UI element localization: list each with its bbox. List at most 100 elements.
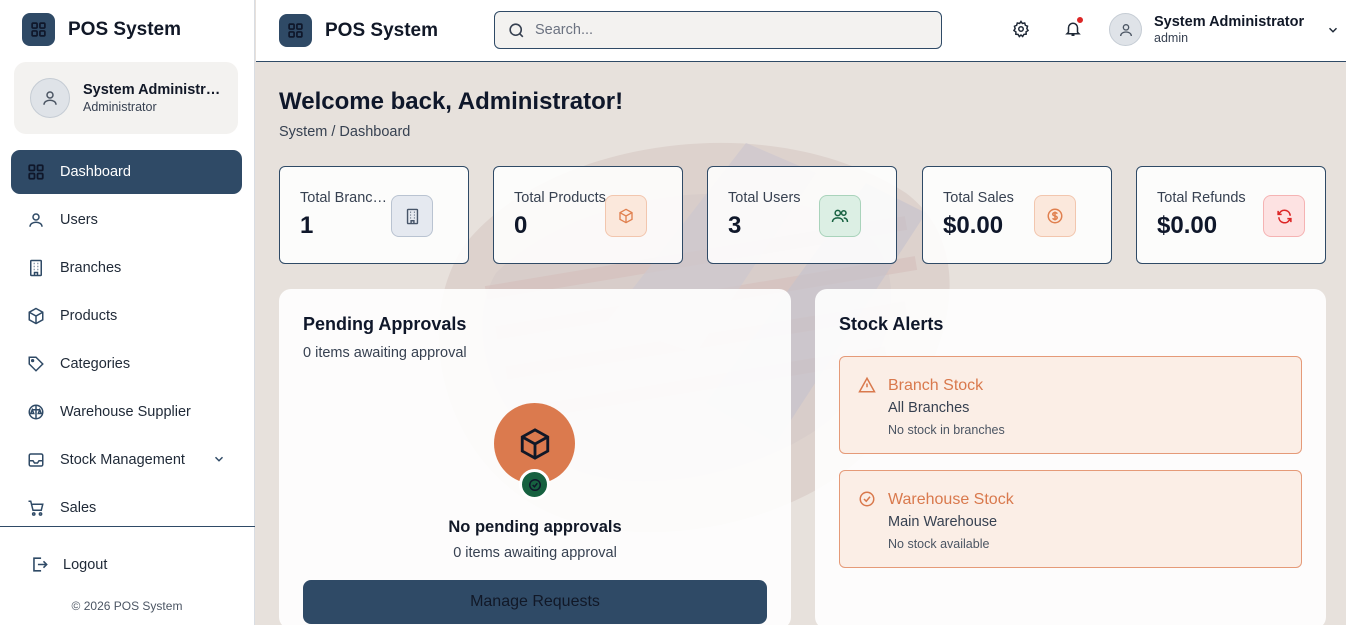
sidebar-item-products[interactable]: Products bbox=[11, 294, 242, 338]
stat-label: Total Branches bbox=[300, 190, 392, 206]
check-circle-icon bbox=[519, 469, 550, 500]
stock-alerts-panel: Stock Alerts Branch Stock All Branches N… bbox=[815, 289, 1326, 625]
search-box[interactable] bbox=[494, 11, 942, 49]
cart-icon bbox=[28, 500, 44, 516]
avatar bbox=[1109, 13, 1142, 46]
notifications-button[interactable] bbox=[1064, 16, 1084, 43]
refresh-icon bbox=[1263, 195, 1305, 237]
box-icon bbox=[28, 307, 44, 325]
header-user-role: admin bbox=[1154, 31, 1189, 45]
sidebar-item-label: Stock Management bbox=[60, 452, 185, 468]
chevron-down-icon[interactable] bbox=[212, 452, 226, 466]
header-brand[interactable]: POS System bbox=[279, 14, 438, 47]
user-menu[interactable]: System Administrator admin bbox=[1109, 13, 1340, 46]
main-content: Welcome back, Administrator! System / Da… bbox=[256, 63, 1346, 625]
sidebar-item-label: Warehouse Supplier bbox=[60, 404, 191, 420]
sidebar-item-label: Dashboard bbox=[60, 164, 131, 180]
sidebar-user-card[interactable]: System Administrator Administrator bbox=[14, 62, 238, 134]
dollar-icon bbox=[1034, 195, 1076, 237]
box-icon bbox=[605, 195, 647, 237]
stat-label: Total Refunds bbox=[1157, 190, 1246, 206]
user-icon bbox=[1119, 23, 1132, 36]
empty-state-title: No pending approvals bbox=[448, 518, 622, 536]
sidebar-nav: Dashboard Users Branches Products Catego… bbox=[11, 150, 242, 534]
app-title: POS System bbox=[68, 18, 181, 40]
notification-dot bbox=[1076, 16, 1084, 24]
inbox-icon bbox=[28, 453, 44, 467]
stat-label: Total Products bbox=[514, 190, 606, 206]
panel-title: Stock Alerts bbox=[839, 314, 944, 334]
header-title: POS System bbox=[325, 19, 438, 41]
breadcrumb: System / Dashboard bbox=[279, 124, 411, 140]
alert-location: All Branches bbox=[888, 400, 970, 416]
sidebar-user-role: Administrator bbox=[83, 100, 157, 114]
stat-value: 0 bbox=[514, 212, 528, 239]
sidebar-item-label: Products bbox=[60, 308, 118, 324]
sidebar-item-warehouse-supplier[interactable]: Warehouse Supplier bbox=[11, 390, 242, 434]
stat-label: Total Users bbox=[728, 190, 801, 206]
chevron-down-icon bbox=[1329, 27, 1338, 33]
top-header: POS System System Administrator admin bbox=[256, 0, 1346, 62]
logout-button[interactable]: Logout bbox=[30, 555, 107, 574]
sidebar-brand[interactable]: POS System bbox=[22, 13, 181, 46]
stock-alert-warehouse[interactable]: Warehouse Stock Main Warehouse No stock … bbox=[839, 470, 1302, 568]
sidebar-item-label: Categories bbox=[60, 356, 131, 372]
panel-title: Pending Approvals bbox=[303, 314, 467, 334]
sidebar-divider bbox=[0, 526, 255, 527]
stat-value: 3 bbox=[728, 212, 742, 239]
sidebar: POS System System Administrator Administ… bbox=[0, 0, 255, 625]
empty-state-subtitle: 0 items awaiting approval bbox=[453, 545, 617, 561]
page-title: Welcome back, Administrator! bbox=[279, 88, 624, 115]
panel-subtitle: 0 items awaiting approval bbox=[303, 345, 467, 361]
search-icon bbox=[509, 22, 524, 37]
alert-location: Main Warehouse bbox=[888, 514, 998, 530]
alert-title: Branch Stock bbox=[888, 377, 984, 394]
header-user-name: System Administrator bbox=[1154, 14, 1305, 30]
building-icon bbox=[30, 259, 42, 277]
stat-value: $0.00 bbox=[943, 212, 1004, 239]
app-logo-icon bbox=[279, 14, 312, 47]
pending-approvals-panel: Pending Approvals 0 items awaiting appro… bbox=[279, 289, 791, 625]
warning-icon bbox=[858, 376, 876, 393]
sidebar-item-users[interactable]: Users bbox=[11, 198, 242, 242]
stat-value: $0.00 bbox=[1157, 212, 1218, 239]
logout-label: Logout bbox=[63, 556, 108, 573]
stat-label: Total Sales bbox=[943, 190, 1014, 206]
stat-card-sales[interactable]: Total Sales $0.00 bbox=[922, 166, 1112, 264]
check-circle-icon bbox=[859, 491, 875, 507]
user-icon bbox=[29, 213, 43, 227]
stat-card-refunds[interactable]: Total Refunds $0.00 bbox=[1136, 166, 1326, 264]
stat-value: 1 bbox=[300, 212, 314, 239]
sidebar-item-stock-management[interactable]: Stock Management bbox=[11, 438, 242, 482]
users-icon bbox=[819, 195, 861, 237]
sidebar-item-branches[interactable]: Branches bbox=[11, 246, 242, 290]
stat-card-products[interactable]: Total Products 0 bbox=[493, 166, 683, 264]
sidebar-item-sales[interactable]: Sales bbox=[11, 486, 242, 530]
stock-alert-branch[interactable]: Branch Stock All Branches No stock in br… bbox=[839, 356, 1302, 454]
sidebar-item-categories[interactable]: Categories bbox=[11, 342, 242, 386]
logout-icon bbox=[33, 557, 48, 572]
alert-message: No stock in branches bbox=[888, 423, 1005, 437]
dashboard-grid-icon bbox=[28, 164, 44, 180]
tag-icon bbox=[28, 356, 44, 372]
sidebar-user-name: System Administrator bbox=[83, 82, 225, 98]
stat-card-branches[interactable]: Total Branches 1 bbox=[279, 166, 469, 264]
user-icon bbox=[43, 91, 57, 105]
gear-icon bbox=[1012, 20, 1030, 38]
sidebar-item-label: Branches bbox=[60, 260, 122, 276]
app-logo-icon bbox=[22, 13, 55, 46]
building-icon bbox=[391, 195, 433, 237]
settings-button[interactable] bbox=[1012, 20, 1030, 43]
warehouse-icon bbox=[28, 404, 44, 420]
box-icon bbox=[520, 427, 549, 460]
sidebar-item-label: Users bbox=[60, 212, 98, 228]
alert-title: Warehouse Stock bbox=[888, 491, 1014, 508]
manage-requests-button[interactable]: Manage Requests bbox=[303, 580, 767, 624]
sidebar-item-label: Sales bbox=[60, 500, 97, 516]
search-input[interactable] bbox=[535, 22, 915, 38]
stat-card-users[interactable]: Total Users 3 bbox=[707, 166, 897, 264]
alert-message: No stock available bbox=[888, 537, 990, 551]
sidebar-item-dashboard[interactable]: Dashboard bbox=[11, 150, 242, 194]
copyright: © 2026 POS System bbox=[71, 599, 183, 613]
avatar bbox=[30, 78, 70, 118]
